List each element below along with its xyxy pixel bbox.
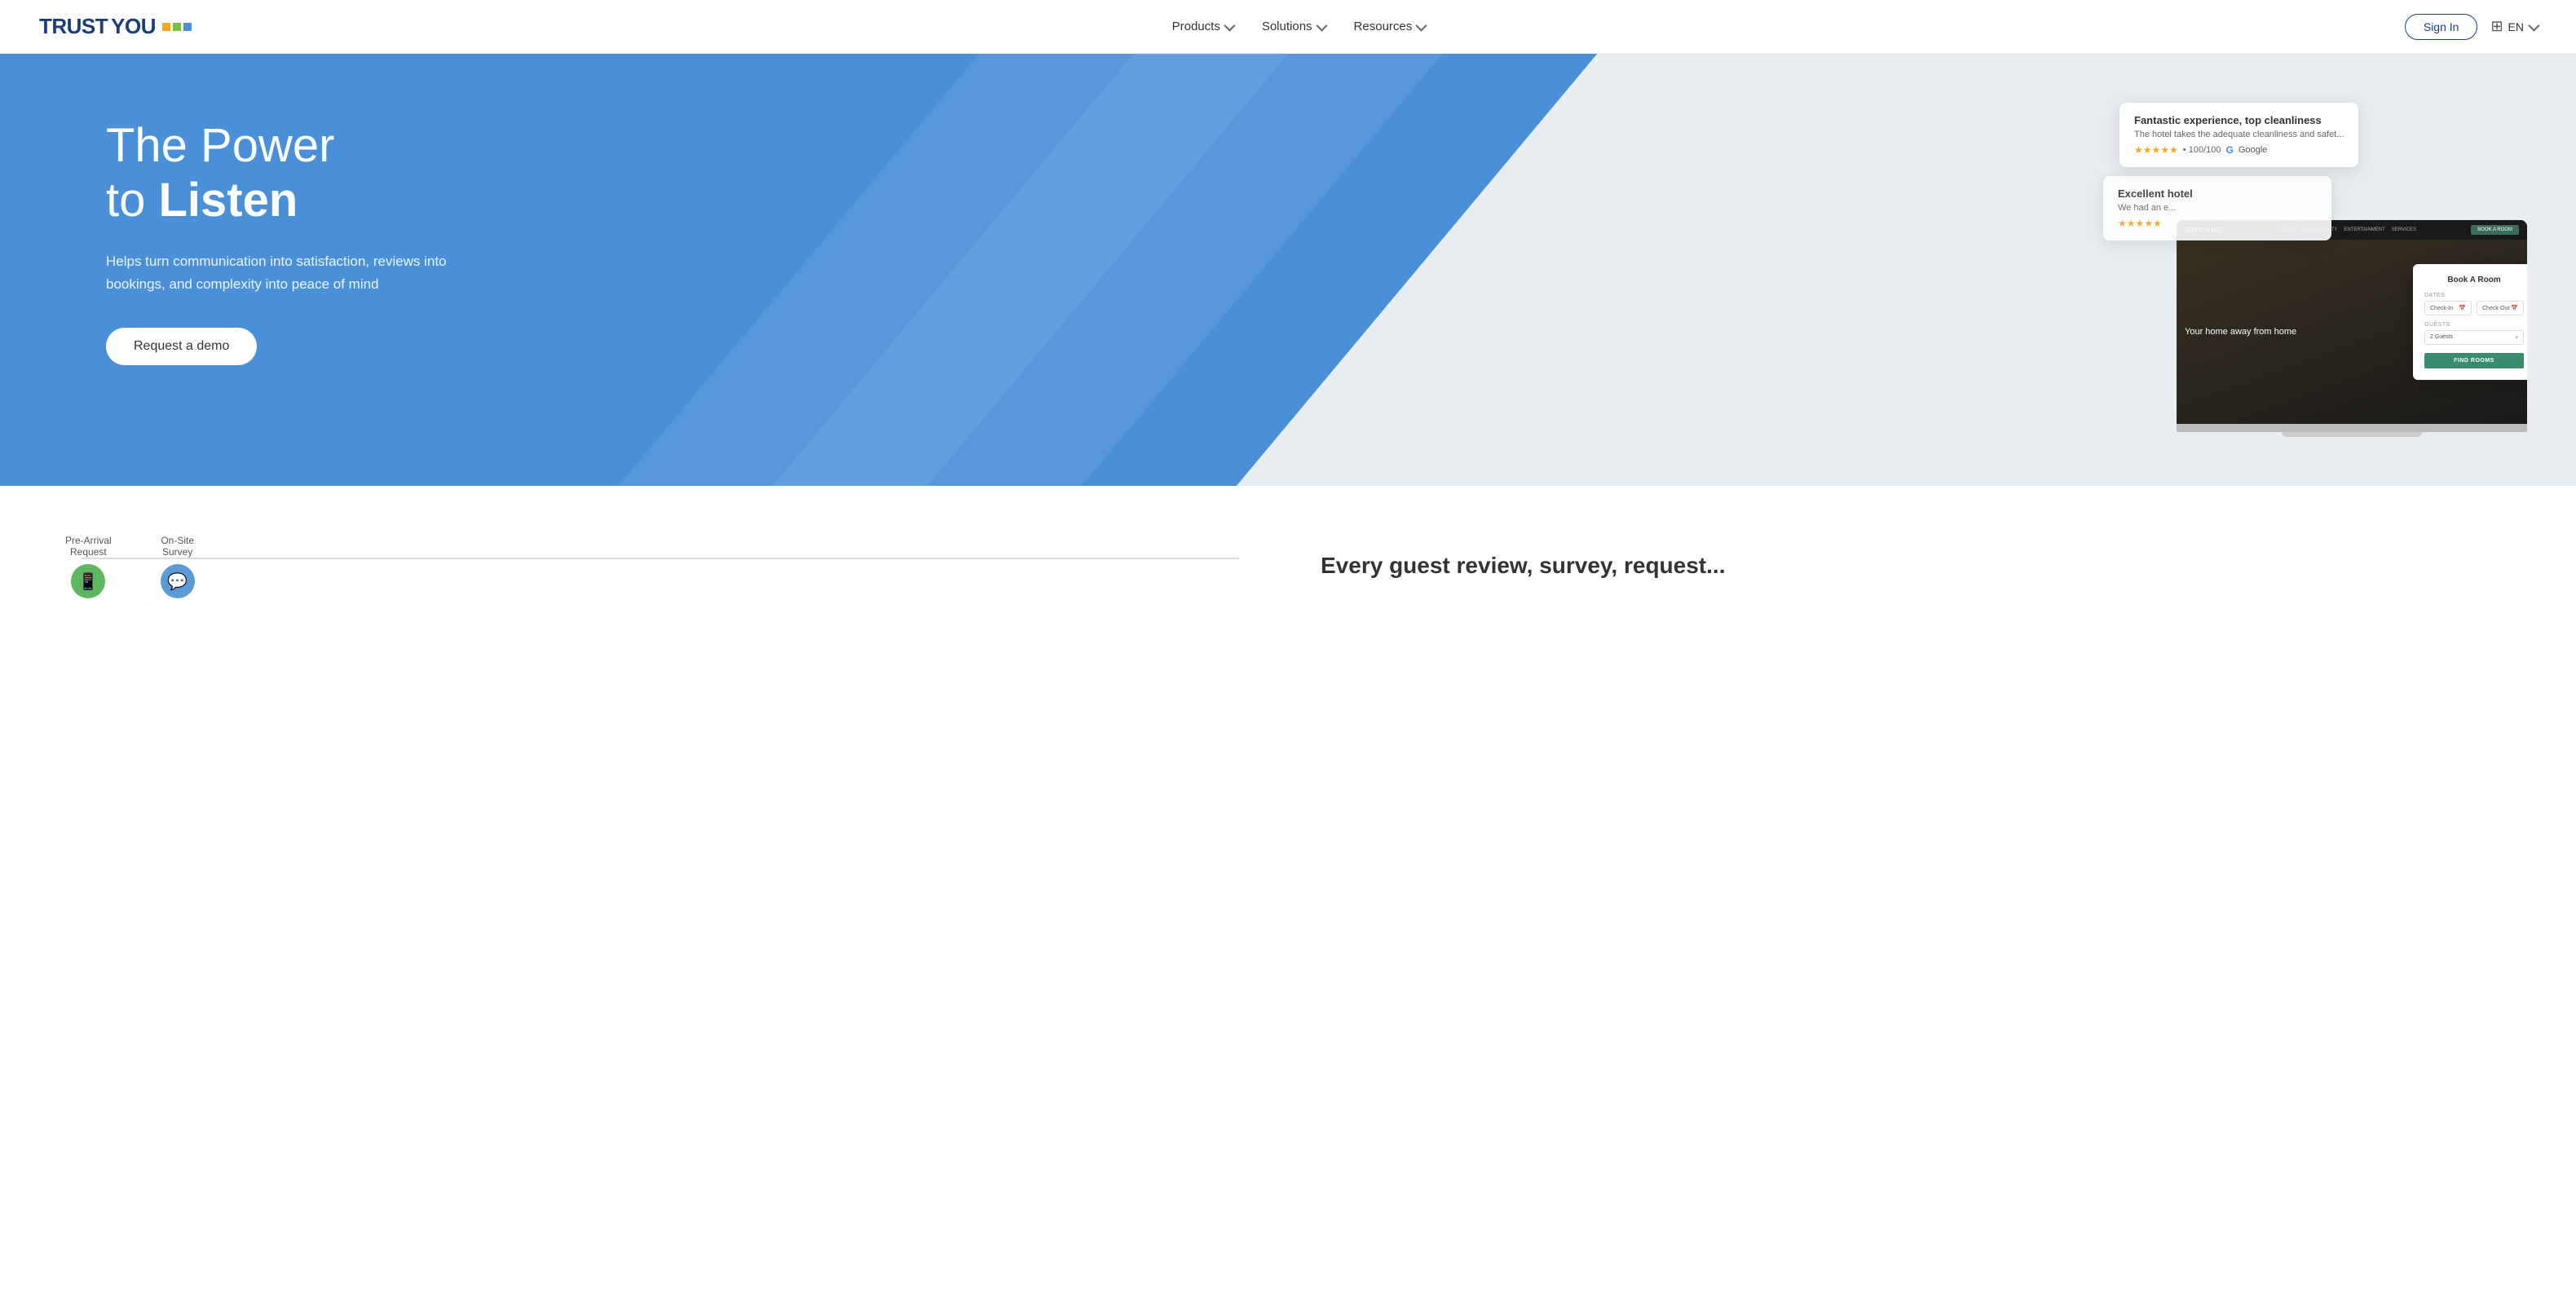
logo-you-text: YOU: [111, 14, 156, 39]
review-card-2-text: We had an e...: [2118, 203, 2317, 213]
hero-visuals: Fantastic experience, top cleanliness Th…: [2087, 95, 2511, 437]
journey-timeline: Pre-Arrival Request 📱 On-Site Survey 💬: [65, 535, 1255, 598]
review-card-2-meta: ★★★★★: [2118, 218, 2317, 229]
language-selector[interactable]: ⊞ EN: [2490, 18, 2537, 35]
hero-title-line2: to: [106, 174, 159, 227]
timeline-items: Pre-Arrival Request 📱 On-Site Survey 💬: [65, 535, 1255, 598]
hero-text-block: The Power to Listen Helps turn communica…: [106, 103, 448, 365]
nav-resources[interactable]: Resources: [1354, 20, 1425, 33]
timeline-icon-1: 📱: [71, 564, 105, 598]
dates-row: Check-In 📅 Check-Out 📅: [2424, 301, 2524, 315]
logo-square-blue: [183, 23, 192, 31]
laptop-body: Your home away from home Book A Room DAT…: [2177, 240, 2527, 424]
dates-label: DATES: [2424, 293, 2524, 298]
timeline-item-1: Pre-Arrival Request 📱: [65, 535, 112, 598]
review-card-1-meta: ★★★★★ • 100/100 G Google: [2134, 144, 2344, 156]
nav-solutions[interactable]: Solutions: [1262, 20, 1325, 33]
nav-resources-label: Resources: [1354, 20, 1413, 33]
header-right: Sign In ⊞ EN: [2405, 14, 2537, 40]
timeline-icon-2: 💬: [161, 564, 195, 598]
laptop-stand: [2282, 432, 2422, 437]
logo-squares: [162, 23, 192, 31]
guests-field: 2 Guests ▾: [2424, 330, 2524, 345]
guests-value: 2 Guests: [2430, 334, 2453, 341]
bottom-section: Pre-Arrival Request 📱 On-Site Survey 💬 E…: [0, 486, 2576, 631]
laptop-screen: SAPPHIRE DINING SPA & BEAUTY ENTERTAINME…: [2177, 220, 2527, 424]
products-chevron-icon: [1224, 20, 1235, 31]
laptop-screen-inner: SAPPHIRE DINING SPA & BEAUTY ENTERTAINME…: [2177, 220, 2527, 424]
solutions-chevron-icon: [1316, 20, 1327, 31]
checkin-cal-icon: 📅: [2459, 305, 2466, 311]
nav-products[interactable]: Products: [1172, 20, 1233, 33]
checkout-field: Check-Out 📅: [2477, 301, 2524, 315]
google-icon: G: [2225, 144, 2233, 156]
review-card-1-source: Google: [2239, 145, 2267, 155]
find-rooms-button[interactable]: FIND ROOMS: [2424, 353, 2524, 368]
logo-trust-text: TRUST: [39, 14, 108, 39]
laptop-nav-entertainment: ENTERTAINMENT: [2344, 227, 2384, 232]
laptop-nav-services: SERVICES: [2392, 227, 2416, 232]
hero-content: The Power to Listen Helps turn communica…: [0, 54, 2576, 486]
review-card-2-title: Excellent hotel: [2118, 187, 2317, 200]
review-card-1-text: The hotel takes the adequate cleanliness…: [2134, 130, 2344, 139]
review-card-2: Excellent hotel We had an e... ★★★★★: [2103, 176, 2331, 240]
review-card-1: Fantastic experience, top cleanliness Th…: [2119, 103, 2358, 167]
right-text-section: Every guest review, survey, request...: [1321, 535, 2511, 580]
guests-label: GUESTS: [2424, 322, 2524, 328]
timeline-item-1-label: Pre-Arrival Request: [65, 535, 112, 558]
book-room-panel: Book A Room DATES Check-In 📅 Check-Out: [2413, 264, 2527, 380]
timeline-item-2-label: On-Site Survey: [161, 535, 194, 558]
nav-solutions-label: Solutions: [1262, 20, 1312, 33]
hero-title: The Power to Listen: [106, 119, 448, 227]
nav-products-label: Products: [1172, 20, 1220, 33]
timeline-item-2: On-Site Survey 💬: [161, 535, 195, 598]
request-demo-button[interactable]: Request a demo: [106, 328, 257, 365]
laptop-base: [2177, 424, 2527, 432]
hero-subtitle: Helps turn communication into satisfacti…: [106, 250, 448, 294]
main-nav: Products Solutions Resources: [1172, 20, 1425, 33]
resources-chevron-icon: [1416, 20, 1427, 31]
right-section-title: Every guest review, survey, request...: [1321, 551, 2511, 580]
header: TRUSTYOU Products Solutions Resources Si…: [0, 0, 2576, 54]
lang-label: EN: [2508, 20, 2524, 33]
lang-chevron-icon: [2528, 20, 2539, 31]
review-card-2-stars: ★★★★★: [2118, 218, 2162, 229]
book-room-title: Book A Room: [2424, 276, 2524, 284]
logo-square-orange: [162, 23, 170, 31]
review-card-1-title: Fantastic experience, top cleanliness: [2134, 114, 2344, 126]
review-card-1-stars: ★★★★★: [2134, 144, 2178, 156]
checkout-cal-icon: 📅: [2511, 305, 2518, 311]
checkin-field: Check-In 📅: [2424, 301, 2472, 315]
laptop-book-btn: BOOK A ROOM: [2471, 225, 2519, 235]
timeline-line: [82, 558, 1239, 559]
hero-section: The Power to Listen Helps turn communica…: [0, 54, 2576, 486]
logo[interactable]: TRUSTYOU: [39, 14, 192, 39]
sign-in-button[interactable]: Sign In: [2405, 14, 2478, 40]
hero-title-line1: The Power: [106, 119, 334, 172]
hero-title-bold: Listen: [159, 174, 298, 227]
laptop-mockup: SAPPHIRE DINING SPA & BEAUTY ENTERTAINME…: [2177, 220, 2527, 437]
review-card-1-score: • 100/100: [2183, 145, 2221, 155]
logo-square-green: [173, 23, 181, 31]
guests-chevron-icon: ▾: [2515, 334, 2518, 341]
laptop-room-tagline: Your home away from home: [2185, 327, 2296, 337]
translate-icon: ⊞: [2490, 18, 2503, 35]
